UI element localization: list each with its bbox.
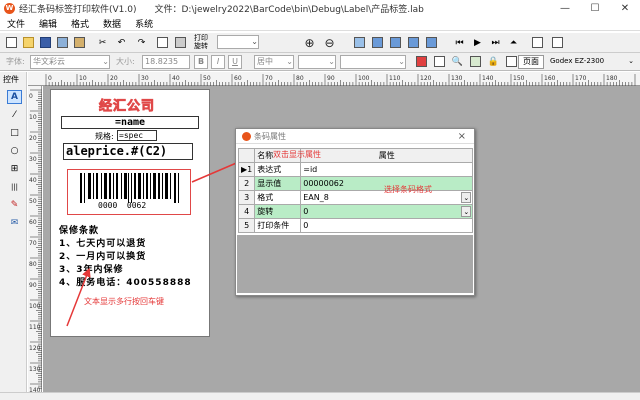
dialog-titlebar: 条码属性 ×	[236, 129, 474, 144]
grid-row-number: 4	[237, 204, 256, 219]
grid-row[interactable]: 5 打印条件 0	[237, 218, 474, 233]
barcode-properties-dialog: 条码属性 × 名称 属性 ▶1 表达式 =id 2 显示值 00000062 3…	[235, 128, 475, 296]
grid-corner	[237, 148, 256, 163]
grid-row-number: 2	[237, 176, 256, 191]
dialog-logo-icon	[242, 131, 251, 141]
grid-row[interactable]: 4 旋转 0 ⌄	[237, 204, 474, 219]
grid-row-name: 旋转	[254, 204, 302, 219]
grid-row-number: 3	[237, 190, 256, 205]
grid-row-number: 5	[237, 218, 256, 233]
grid-row-value[interactable]: =id	[300, 162, 474, 177]
property-grid: 名称 属性 ▶1 表达式 =id 2 显示值 00000062 3 格式 EAN…	[237, 148, 474, 233]
chevron-down-icon[interactable]: ⌄	[461, 192, 472, 203]
grid-row-value[interactable]: 0	[300, 218, 474, 233]
chevron-down-icon[interactable]: ⌄	[461, 206, 472, 217]
grid-row[interactable]: 3 格式 EAN_8 ⌄	[237, 190, 474, 205]
grid-row[interactable]: 2 显示值 00000062	[237, 176, 474, 191]
barcode-format-note: 选择条码格式	[384, 185, 432, 194]
double-click-note: 双击显示属性	[273, 150, 321, 159]
grid-row-name: 显示值	[254, 176, 302, 191]
rotate-value: 0	[303, 207, 309, 216]
grid-row-name: 表达式	[254, 162, 302, 177]
dialog-title: 条码属性	[254, 131, 286, 141]
status-bar	[0, 392, 640, 400]
grid-row-value-select[interactable]: 0 ⌄	[300, 204, 474, 219]
grid-row-name: 打印条件	[254, 218, 302, 233]
grid-row-number: ▶1	[237, 162, 256, 177]
grid-row[interactable]: ▶1 表达式 =id	[237, 162, 474, 177]
multiline-note: 文本显示多行按回车键	[84, 297, 164, 306]
grid-header-value: 属性	[300, 148, 474, 163]
row-num: 1	[247, 165, 253, 174]
grid-empty-area	[237, 235, 473, 293]
grid-row-name: 格式	[254, 190, 302, 205]
dialog-close-button[interactable]: ×	[458, 131, 466, 142]
format-value: EAN_8	[303, 193, 329, 202]
